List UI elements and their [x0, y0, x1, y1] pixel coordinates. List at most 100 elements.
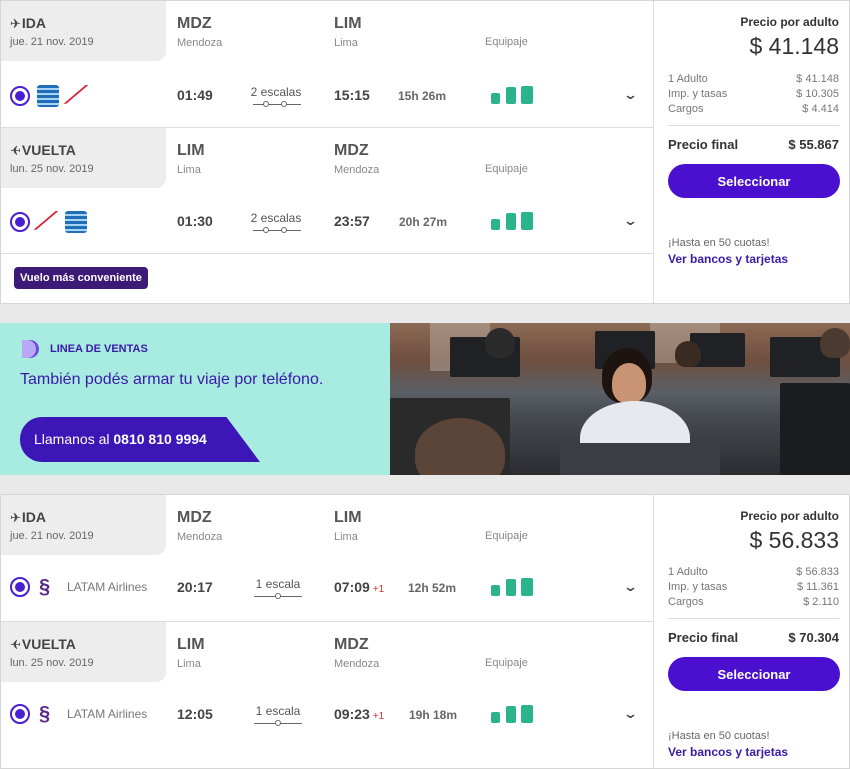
stops-label[interactable]: 2 escalas	[246, 85, 306, 99]
flight-option-radio[interactable]	[10, 212, 30, 232]
baggage-label: Equipaje	[485, 163, 528, 175]
baggage-label: Equipaje	[485, 36, 528, 48]
stops-label[interactable]: 1 escala	[248, 704, 308, 718]
arrival-time: 23:57	[334, 213, 370, 229]
stop-dot	[275, 720, 281, 726]
origin-city: Mendoza	[177, 531, 223, 543]
destination-airport: MDZ Mendoza	[334, 142, 379, 176]
price-per-adult-label: Precio por adulto	[740, 15, 839, 29]
call-center-photo	[390, 323, 850, 475]
airline-name: LATAM Airlines	[67, 707, 148, 721]
flight-result-card: ✈IDA jue. 21 nov. 2019 MDZ Mendoza LIM L…	[0, 494, 850, 769]
departure-time: 20:17	[177, 579, 213, 595]
leg-date: lun. 25 nov. 2019	[10, 657, 94, 669]
installments-text: ¡Hasta en 50 cuotas!	[668, 730, 770, 742]
leg-date: lun. 25 nov. 2019	[10, 163, 94, 175]
best-flight-badge: Vuelo más conveniente	[14, 267, 148, 289]
flight-duration: 19h 18m	[409, 708, 458, 722]
flight-option-radio[interactable]	[10, 86, 30, 106]
select-button[interactable]: Seleccionar	[668, 164, 840, 198]
flight-legs: ✈IDA jue. 21 nov. 2019 MDZ Mendoza LIM L…	[1, 1, 653, 303]
final-price-label: Precio final	[668, 630, 739, 645]
flight-duration: 12h 52m	[408, 581, 457, 595]
banner-subtitle: También podés armar tu viaje por teléfon…	[20, 371, 324, 388]
price-per-adult: $ 41.148	[749, 33, 839, 59]
latam-logo-icon: §	[39, 703, 51, 725]
plane-right-icon: ✈	[10, 16, 21, 31]
banner-text-area: LINEA DE VENTAS También podés armar tu v…	[0, 323, 390, 475]
origin-airport: MDZ Mendoza	[177, 509, 222, 543]
departure-time: 12:05	[177, 706, 213, 722]
destination-city: Lima	[334, 37, 358, 49]
price-row: Cargos $ 4.414	[668, 103, 839, 115]
origin-code: LIM	[177, 142, 205, 159]
flight-duration: 20h 27m	[399, 215, 448, 229]
origin-city: Mendoza	[177, 37, 223, 49]
chevron-down-icon[interactable]: ⌄	[623, 579, 638, 595]
flight-legs: ✈IDA jue. 21 nov. 2019 MDZ Mendoza LIM L…	[1, 495, 653, 768]
flight-option-radio[interactable]	[10, 704, 30, 724]
final-price: $ 70.304	[788, 630, 839, 645]
direction-label: IDA	[21, 509, 47, 525]
airline-logo-red-icon: ⟋	[62, 82, 89, 109]
arrival-time: 15:15	[334, 87, 370, 103]
stop-dot	[275, 593, 281, 599]
airline-logo-red-icon: ⟋	[32, 208, 59, 235]
leg-vuelta: ✈VUELTA lun. 25 nov. 2019 LIM Lima MDZ M…	[1, 127, 653, 253]
leg-ida: ✈IDA jue. 21 nov. 2019 MDZ Mendoza LIM L…	[1, 1, 653, 127]
price-per-adult-label: Precio por adulto	[740, 509, 839, 523]
baggage-label: Equipaje	[485, 530, 528, 542]
destination-city: Lima	[334, 531, 358, 543]
brand-logo-icon	[22, 340, 39, 358]
sales-line-banner: LINEA DE VENTAS También podés armar tu v…	[0, 323, 850, 475]
direction-box: ✈IDA jue. 21 nov. 2019	[1, 495, 166, 555]
plane-left-icon: ✈	[10, 143, 21, 158]
divider	[668, 125, 839, 126]
banks-cards-link[interactable]: Ver bancos y tarjetas	[668, 252, 788, 266]
stops-line	[253, 230, 301, 231]
divider	[668, 618, 839, 619]
chevron-down-icon[interactable]: ⌄	[623, 706, 638, 722]
direction-box: ✈VUELTA lun. 25 nov. 2019	[1, 128, 166, 188]
select-button[interactable]: Seleccionar	[668, 657, 840, 691]
chevron-down-icon[interactable]: ⌄	[623, 213, 638, 229]
direction-box: ✈VUELTA lun. 25 nov. 2019	[1, 622, 166, 682]
destination-code: MDZ	[334, 142, 369, 159]
baggage-label: Equipaje	[485, 657, 528, 669]
destination-airport: LIM Lima	[334, 509, 362, 543]
destination-code: MDZ	[334, 636, 369, 653]
direction-label: VUELTA	[21, 142, 76, 158]
flight-result-card: ✈IDA jue. 21 nov. 2019 MDZ Mendoza LIM L…	[0, 0, 850, 304]
stops-label[interactable]: 1 escala	[248, 577, 308, 591]
stop-dot	[281, 101, 287, 107]
price-row: Cargos $ 2.110	[668, 596, 839, 608]
stop-dot	[281, 227, 287, 233]
banks-cards-link[interactable]: Ver bancos y tarjetas	[668, 745, 788, 759]
chevron-down-icon[interactable]: ⌄	[623, 87, 638, 103]
price-per-adult: $ 56.833	[749, 527, 839, 553]
stops-label[interactable]: 2 escalas	[246, 211, 306, 225]
destination-code: LIM	[334, 15, 362, 32]
direction-box: ✈IDA jue. 21 nov. 2019	[1, 1, 166, 61]
final-price-label: Precio final	[668, 137, 739, 152]
stop-dot	[263, 227, 269, 233]
flight-option-radio[interactable]	[10, 577, 30, 597]
origin-airport: LIM Lima	[177, 142, 205, 176]
leg-date: jue. 21 nov. 2019	[10, 36, 94, 48]
airline-logo-blue-icon	[37, 85, 59, 107]
call-button[interactable]: Llamanos al 0810 810 9994	[20, 417, 260, 462]
destination-code: LIM	[334, 509, 362, 526]
origin-airport: LIM Lima	[177, 636, 205, 670]
origin-code: LIM	[177, 636, 205, 653]
origin-airport: MDZ Mendoza	[177, 15, 222, 49]
destination-airport: LIM Lima	[334, 15, 362, 49]
direction-label: IDA	[21, 15, 47, 31]
installments-text: ¡Hasta en 50 cuotas!	[668, 237, 770, 249]
price-row: 1 Adulto $ 56.833	[668, 566, 839, 578]
origin-city: Lima	[177, 164, 201, 176]
leg-date: jue. 21 nov. 2019	[10, 530, 94, 542]
departure-time: 01:49	[177, 87, 213, 103]
arrival-time: 09:23 +1	[334, 706, 385, 722]
price-panel: Precio por adulto $ 56.833 1 Adulto $ 56.…	[653, 495, 850, 768]
price-row: Imp. y tasas $ 10.305	[668, 88, 839, 100]
